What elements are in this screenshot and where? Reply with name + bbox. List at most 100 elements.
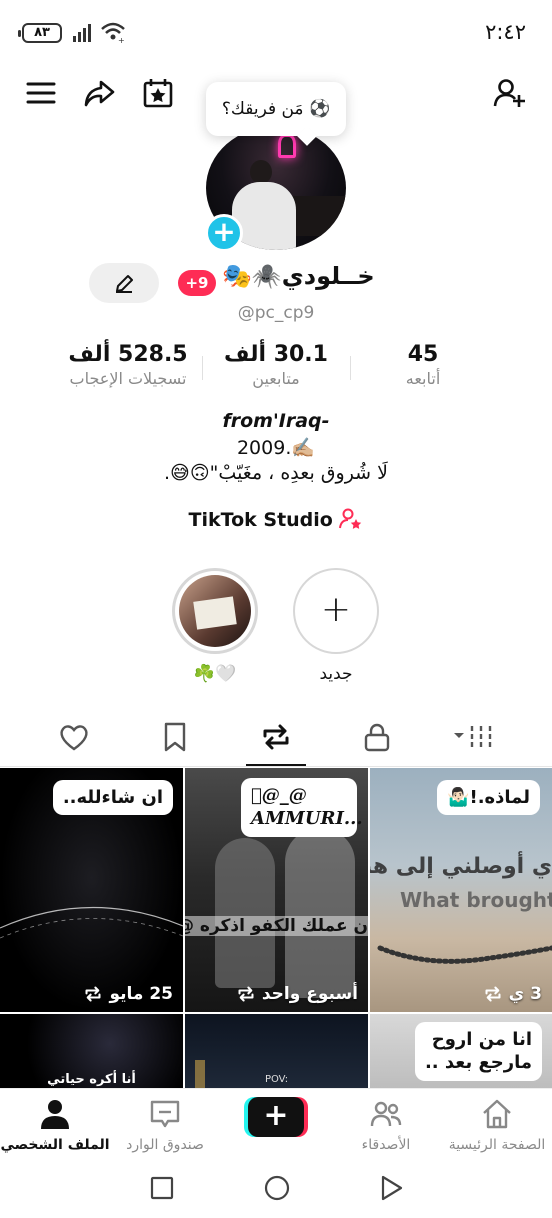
stat-followers-label: متابعين	[252, 369, 300, 388]
video-date: أسبوع واحد	[236, 984, 358, 1004]
video-date-text: أسبوع واحد	[261, 984, 358, 1004]
nav-inbox-label: صندوق الوارد	[126, 1137, 204, 1153]
video-tile[interactable]: POV:	[185, 1014, 368, 1088]
plus-icon: +	[248, 1097, 304, 1137]
light-graphic	[195, 1060, 205, 1088]
notification-badge[interactable]: +9	[178, 270, 216, 296]
video-caption: ان شاءلله..	[52, 780, 173, 816]
video-overlay-text: ن عملك الكفو اذكره @	[185, 916, 368, 936]
grid-dropdown-icon	[454, 726, 492, 748]
story-highlight-thumbnail	[179, 575, 251, 647]
tab-favorites[interactable]	[158, 720, 192, 754]
recents-icon[interactable]	[150, 1176, 174, 1200]
tab-liked[interactable]	[57, 720, 91, 754]
nav-profile[interactable]: الملف الشخصي	[0, 1097, 110, 1153]
video-overlay-text: POV:	[264, 1074, 289, 1085]
video-tile[interactable]: ن عملك الكفو اذكره @ @ٍ_@ AMMURI... أسبو…	[185, 768, 368, 1012]
beads-graphic	[377, 945, 552, 964]
nav-home[interactable]: الصفحة الرئيسية	[442, 1097, 552, 1153]
nav-inbox[interactable]: صندوق الوارد	[110, 1097, 220, 1153]
creator-star-icon	[339, 508, 362, 529]
username: @pc_cp9	[237, 303, 315, 323]
video-date: 25 مايو	[83, 984, 173, 1004]
video-date-text: 3 ي	[508, 984, 542, 1004]
display-name-text: خــلودي	[281, 262, 375, 290]
stat-divider	[202, 356, 203, 380]
story-highlight[interactable]	[172, 568, 258, 654]
video-tile[interactable]: ي أوصلني إلى هنا! What brought me لماذه.…	[370, 768, 552, 1012]
video-date: 3 ي	[483, 984, 542, 1004]
story-highlight-label: ☘️🤍	[193, 664, 237, 684]
pencil-icon	[116, 275, 133, 293]
stat-followers-value: 30.1 ألف	[224, 342, 328, 367]
display-name: خــلودي🕷️🎭	[222, 262, 382, 290]
video-overlay-text: ي أوصلني إلى هنا!	[370, 854, 552, 879]
lock-icon	[364, 723, 390, 752]
video-overlay-text: أنا أكره حياتي	[47, 1072, 136, 1087]
tab-divider	[0, 766, 552, 767]
stat-followers[interactable]: 30.1 ألف متابعين	[206, 342, 346, 388]
home-icon	[483, 1099, 511, 1129]
add-friend-icon[interactable]	[492, 76, 526, 110]
battery-icon: ٨٣	[18, 23, 62, 43]
video-tile[interactable]: أنا أكره حياتي	[0, 1014, 183, 1088]
bio-line-2: 2009.✍🏼	[236, 437, 316, 459]
stat-likes[interactable]: 528.5 ألف تسجيلات الإعجاب	[58, 342, 198, 388]
calendar-star-icon[interactable]	[141, 76, 175, 110]
nav-profile-label: الملف الشخصي	[0, 1137, 110, 1153]
team-prompt-text: مَن فريقك؟	[221, 99, 304, 119]
new-highlight-button[interactable]: +	[293, 568, 379, 654]
repost-icon	[263, 724, 289, 750]
edit-name-button[interactable]	[89, 263, 159, 303]
video-caption: لماذه.!🤷🏻‍♂️	[437, 780, 540, 816]
stat-divider	[350, 356, 351, 380]
heart-icon	[60, 725, 88, 751]
bio-line-3: لَا شُروق بعدِه ، مغَيّبْ"🙃😅.	[164, 462, 388, 484]
stat-following[interactable]: 45 أتابعه	[353, 342, 493, 388]
soccer-ball-icon: ⚽	[308, 99, 331, 119]
video-caption: انا من اروح مارجع بعد ..	[414, 1022, 542, 1081]
video-tile[interactable]: ان شاءلله.. 25 مايو	[0, 768, 183, 1012]
tiktok-studio-label: TikTok Studio	[188, 509, 333, 531]
profile-icon	[41, 1100, 69, 1129]
signal-icon	[73, 24, 91, 42]
repost-icon	[238, 986, 254, 1002]
friends-icon	[370, 1101, 402, 1127]
battery-level: ٨٣	[34, 25, 50, 40]
status-bar: ٨٣ + ٢:٤٢	[0, 0, 552, 62]
tiktok-studio-link[interactable]: TikTok Studio	[0, 508, 552, 531]
bookmark-icon	[164, 722, 186, 752]
repost-icon	[485, 986, 501, 1002]
bottom-nav: الصفحة الرئيسية الأصدقاء + صندوق الوارد …	[0, 1088, 552, 1160]
repost-icon	[85, 986, 101, 1002]
figure-graphic	[215, 838, 275, 988]
stat-following-label: أتابعه	[405, 369, 441, 388]
video-tile[interactable]: انا من اروح مارجع بعد ..	[370, 1014, 552, 1088]
create-button[interactable]: +	[244, 1097, 308, 1137]
nav-friends-label: الأصدقاء	[361, 1137, 411, 1153]
video-overlay-text: What brought me	[400, 888, 552, 912]
wifi-icon: +	[101, 22, 125, 43]
nav-home-label: الصفحة الرئيسية	[448, 1137, 546, 1153]
stat-likes-label: تسجيلات الإعجاب	[69, 369, 187, 388]
back-triangle-icon[interactable]	[380, 1175, 404, 1201]
video-date-text: 25 مايو	[109, 984, 173, 1004]
new-highlight-label: جديد	[319, 664, 353, 684]
video-caption: @ٍ_@ AMMURI...	[241, 778, 363, 837]
system-nav-bar	[0, 1160, 552, 1218]
home-circle-icon[interactable]	[264, 1175, 290, 1201]
name-emojis: 🕷️🎭	[222, 262, 282, 290]
status-time: ٢:٤٢	[485, 20, 526, 44]
nav-friends[interactable]: الأصدقاء	[331, 1097, 441, 1153]
tab-private[interactable]	[360, 720, 394, 754]
inbox-icon	[150, 1100, 180, 1128]
tab-videos[interactable]	[452, 720, 496, 754]
tab-reposts[interactable]	[259, 720, 293, 754]
road-graphic	[0, 906, 183, 939]
share-icon[interactable]	[82, 76, 116, 110]
team-prompt-bubble[interactable]: ⚽ مَن فريقك؟	[206, 82, 346, 136]
add-story-button[interactable]: +	[205, 214, 243, 252]
svg-text:+: +	[118, 36, 125, 43]
stat-likes-value: 528.5 ألف	[68, 342, 188, 367]
menu-icon[interactable]	[24, 76, 58, 110]
